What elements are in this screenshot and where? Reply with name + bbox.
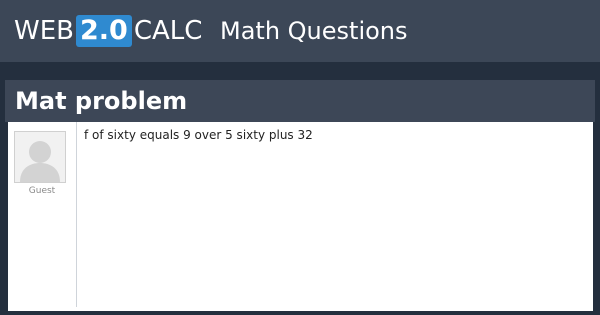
question-title-bar: Mat problem <box>5 80 595 122</box>
section-link-math-questions[interactable]: Math Questions <box>220 15 408 47</box>
logo-version-badge: 2.0 <box>75 15 132 47</box>
author-name: Guest <box>28 186 56 196</box>
logo-calc-text: CALC <box>133 16 203 46</box>
site-header: WEB 2.0 CALC Math Questions <box>0 0 600 62</box>
site-logo[interactable]: WEB 2.0 CALC <box>14 15 202 47</box>
author-column: Guest <box>8 122 77 307</box>
question-title: Mat problem <box>15 87 188 115</box>
default-user-avatar-icon <box>14 131 66 183</box>
question-body: f of sixty equals 9 over 5 sixty plus 32 <box>84 128 313 142</box>
logo-web-text: WEB <box>14 16 74 46</box>
question-post: Guest f of sixty equals 9 over 5 sixty p… <box>8 122 593 311</box>
